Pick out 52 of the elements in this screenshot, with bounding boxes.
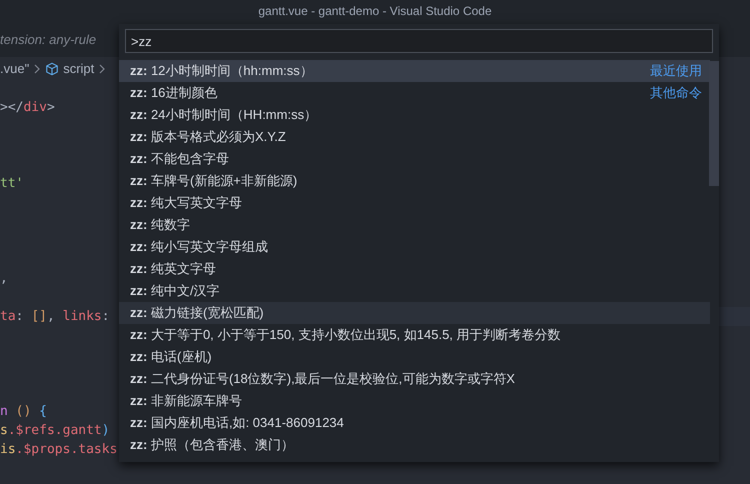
command-item[interactable]: zz: 24小时制时间（HH:mm:ss） <box>119 104 710 126</box>
code-token: , <box>46 309 56 324</box>
code-token: > <box>46 100 55 115</box>
cube-icon <box>45 62 60 76</box>
code-token: : <box>102 309 110 324</box>
code-token: { <box>39 404 47 419</box>
code-token: : <box>16 309 24 324</box>
command-label: zz: 12小时制时间（hh:mm:ss） <box>130 62 313 80</box>
code-token: .$refs.gantt <box>8 423 102 438</box>
command-item[interactable]: zz: 非新能源车牌号 <box>119 390 710 412</box>
command-label: zz: 16进制颜色 <box>130 84 218 102</box>
editor-tab[interactable]: tension: any-rule <box>0 30 96 50</box>
command-item[interactable]: zz: 纯小写英文字母组成 <box>119 236 710 258</box>
code-token: div <box>23 100 47 115</box>
window-title: gantt.vue - gantt-demo - Visual Studio Code <box>258 3 492 20</box>
breadcrumb-item[interactable]: script <box>63 59 94 79</box>
chevron-right-icon <box>98 64 106 74</box>
scrollbar[interactable] <box>709 60 719 186</box>
current-line-highlight <box>718 307 750 326</box>
code-token: links <box>62 309 102 324</box>
command-item[interactable]: zz: 12小时制时间（hh:mm:ss） 最近使用 <box>119 60 710 82</box>
code-token: ta <box>0 309 16 324</box>
command-item[interactable]: zz: 磁力链接(宽松匹配) <box>119 302 710 324</box>
command-item[interactable]: zz: 电话(座机) <box>119 346 710 368</box>
code-token: tt' <box>0 176 24 191</box>
code-token: > <box>0 100 8 115</box>
breadcrumb-item[interactable]: .vue" <box>0 59 30 79</box>
command-item[interactable]: zz: 版本号格式必须为X.Y.Z <box>119 126 710 148</box>
command-item[interactable]: zz: 纯数字 <box>119 214 710 236</box>
chevron-right-icon <box>33 64 42 74</box>
command-detail: 最近使用 <box>650 62 702 80</box>
code-token: , <box>0 271 8 286</box>
command-item[interactable]: zz: 大于等于0, 小于等于150, 支持小数位出现5, 如145.5, 用于判断考卷分数 <box>119 324 710 346</box>
code-token: is <box>0 442 16 457</box>
code-token: ) <box>102 423 110 438</box>
command-item[interactable]: zz: 纯中文/汉字 <box>119 280 710 302</box>
command-input[interactable]: >zz <box>125 29 713 53</box>
command-item[interactable]: zz: 国内座机电话,如: 0341-86091234 <box>119 412 710 434</box>
code-token: s <box>0 423 8 438</box>
command-item[interactable]: zz: 不能包含字母 <box>119 148 710 170</box>
code-token: () <box>16 404 32 419</box>
code-token: [] <box>31 309 47 324</box>
command-item[interactable]: zz: 纯大写英文字母 <box>119 192 710 214</box>
code-token: n <box>0 404 9 419</box>
command-item[interactable]: zz: 纯英文字母 <box>119 258 710 280</box>
command-detail: 其他命令 <box>650 84 702 102</box>
code-token: </ <box>8 100 24 115</box>
code-token: .$props.tasks <box>16 442 118 457</box>
command-item[interactable]: zz: 车牌号(新能源+非新能源) <box>119 170 710 192</box>
command-item[interactable]: zz: 二代身份证号(18位数字),最后一位是校验位,可能为数字或字符X <box>119 368 710 390</box>
command-item[interactable]: zz: 16进制颜色 其他命令 <box>119 82 710 104</box>
command-item[interactable]: zz: 护照（包含香港、澳门） <box>119 434 710 456</box>
